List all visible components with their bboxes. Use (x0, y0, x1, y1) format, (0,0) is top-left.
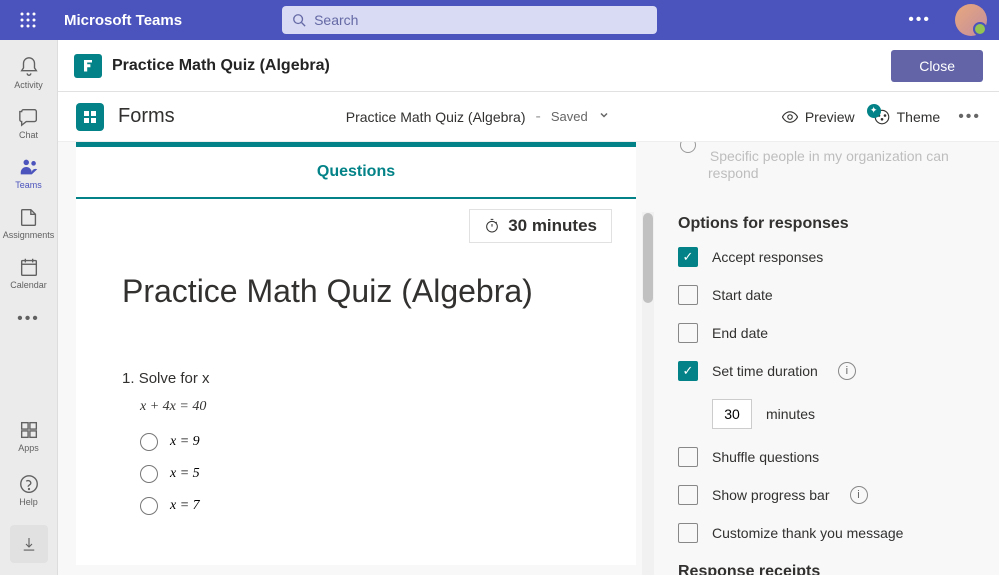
show-progress-bar-option[interactable]: Show progress bar i (678, 485, 983, 505)
doc-dropdown[interactable] (598, 108, 610, 126)
teams-icon (18, 156, 40, 178)
radio-button[interactable] (140, 465, 158, 483)
radio-button[interactable] (140, 433, 158, 451)
forms-app-icon (76, 103, 104, 131)
answer-option[interactable]: x = 7 (140, 497, 590, 515)
chevron-down-icon (598, 109, 610, 121)
checkbox[interactable] (678, 485, 698, 505)
scrollbar[interactable] (642, 212, 654, 575)
respond-option[interactable]: Specific people in my organization can r… (678, 142, 983, 195)
info-icon[interactable]: i (850, 486, 868, 504)
download-icon (20, 535, 38, 553)
theme-button[interactable]: ✦ Theme (873, 108, 941, 126)
search-icon (292, 13, 306, 27)
theme-badge-icon: ✦ (867, 104, 881, 118)
waffle-menu-icon[interactable] (12, 12, 44, 28)
end-date-option[interactable]: End date (678, 323, 983, 343)
question-text: 1. Solve for x (122, 370, 590, 387)
bell-icon (18, 56, 40, 78)
radio-button[interactable] (140, 497, 158, 515)
nav-help[interactable]: Help (0, 463, 57, 517)
question-equation: x + 4x = 40 (140, 399, 590, 415)
nav-activity[interactable]: Activity (0, 48, 57, 98)
customize-thank-you-option[interactable]: Customize thank you message (678, 523, 983, 543)
info-icon[interactable]: i (838, 362, 856, 380)
accept-responses-option[interactable]: Accept responses (678, 247, 983, 267)
nav-apps[interactable]: Apps (0, 409, 57, 463)
duration-input[interactable] (712, 399, 752, 429)
search-box[interactable] (282, 6, 657, 34)
app-title: Microsoft Teams (64, 12, 182, 29)
header-more-button[interactable]: ••• (896, 11, 943, 29)
scrollbar-thumb[interactable] (643, 213, 653, 303)
nav-teams[interactable]: Teams (0, 148, 57, 198)
help-icon (18, 473, 40, 495)
calendar-icon (18, 256, 40, 278)
set-time-duration-option[interactable]: Set time duration i (678, 361, 983, 381)
nav-assignments[interactable]: Assignments (0, 198, 57, 248)
checkbox[interactable] (678, 323, 698, 343)
forms-tab-icon (74, 54, 102, 78)
quiz-title[interactable]: Practice Math Quiz (Algebra) (122, 273, 590, 310)
search-input[interactable] (314, 12, 647, 28)
shuffle-questions-option[interactable]: Shuffle questions (678, 447, 983, 467)
close-button[interactable]: Close (891, 50, 983, 82)
radio-button[interactable] (680, 142, 696, 153)
assignments-icon (18, 206, 40, 228)
forms-app-label: Forms (118, 105, 175, 128)
checkbox[interactable] (678, 285, 698, 305)
time-duration-badge: 30 minutes (469, 209, 612, 243)
section-title-responses: Options for responses (678, 215, 983, 233)
checkbox[interactable] (678, 523, 698, 543)
section-title-receipts: Response receipts (678, 563, 983, 575)
chat-icon (18, 106, 40, 128)
user-avatar[interactable] (955, 4, 987, 36)
preview-button[interactable]: Preview (781, 108, 855, 126)
checkbox[interactable] (678, 447, 698, 467)
save-status: Saved (551, 109, 588, 124)
question-item[interactable]: 1. Solve for x x + 4x = 40 x = 9 x = 5 (122, 370, 590, 515)
apps-icon (18, 419, 40, 441)
checkbox[interactable] (678, 361, 698, 381)
stopwatch-icon (484, 218, 500, 234)
forms-more-button[interactable]: ••• (958, 108, 981, 126)
nav-more-button[interactable]: ••• (17, 298, 40, 340)
nav-chat[interactable]: Chat (0, 98, 57, 148)
eye-icon (781, 108, 799, 126)
tab-title: Practice Math Quiz (Algebra) (112, 57, 891, 75)
questions-tab[interactable]: Questions (76, 147, 636, 199)
checkbox[interactable] (678, 247, 698, 267)
answer-option[interactable]: x = 5 (140, 465, 590, 483)
nav-calendar[interactable]: Calendar (0, 248, 57, 298)
start-date-option[interactable]: Start date (678, 285, 983, 305)
document-title[interactable]: Practice Math Quiz (Algebra) (346, 109, 526, 125)
download-button[interactable] (10, 525, 48, 563)
answer-option[interactable]: x = 9 (140, 433, 590, 451)
